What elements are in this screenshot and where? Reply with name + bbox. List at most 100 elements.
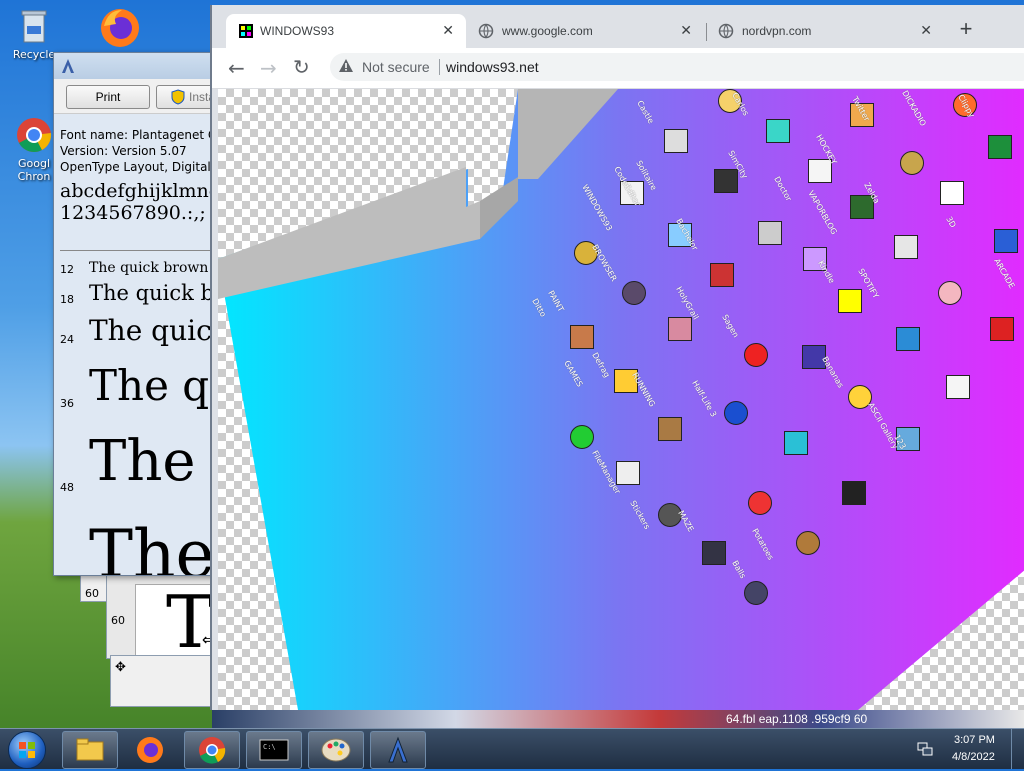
size-samples: 12 The quick brown 18 The quick b 24 The… (60, 251, 224, 576)
tab-google[interactable]: www.google.com ✕ (468, 14, 704, 48)
new-tab-button[interactable]: + (952, 16, 980, 44)
clock-time[interactable]: 3:07 PM (954, 734, 995, 746)
tab-nordvpn[interactable]: nordvpn.com ✕ (708, 14, 944, 48)
chrome-icon (14, 115, 54, 155)
size-num: 18 (60, 293, 74, 306)
move-cursor-icon: ✥ (115, 660, 126, 675)
network-icon[interactable] (916, 741, 934, 760)
chrome-icon (199, 737, 226, 764)
desktop-app-icon[interactable] (784, 431, 808, 455)
desktop-app-icon[interactable] (988, 135, 1012, 159)
firefox-shortcut[interactable] (88, 6, 148, 48)
desktop-app-icon[interactable] (838, 289, 862, 313)
reload-button[interactable]: ↻ (293, 55, 310, 79)
desktop-app-icon[interactable] (896, 327, 920, 351)
toolbar: ← → ↻ Not secure windows93.net (212, 48, 1024, 89)
font-info: Font name: Plantagenet C Version: Versio… (60, 127, 225, 224)
size-num: 24 (60, 333, 74, 346)
url-text[interactable]: windows93.net (446, 59, 539, 75)
back-button[interactable]: ← (228, 56, 245, 80)
font-window-stack-2: 60 T (106, 575, 214, 660)
alphabet-sample: abcdefghijklmno (60, 180, 221, 202)
forward-button[interactable]: → (260, 56, 277, 80)
desktop-app-icon[interactable] (894, 235, 918, 259)
tab-divider (706, 23, 707, 41)
taskbar-firefox[interactable] (122, 731, 178, 769)
desktop-app-icon[interactable] (622, 281, 646, 305)
desktop-app-icon[interactable] (994, 229, 1018, 253)
tab-label: www.google.com (502, 24, 593, 38)
tab-label: WINDOWS93 (260, 24, 335, 38)
font-version-line: Version: Version 5.07 (60, 144, 187, 158)
page-viewport[interactable]: Castle Carlos DICKADIO Twitter WINDOWS93… (218, 89, 1024, 710)
globe-icon (478, 23, 494, 42)
desktop-app-icon[interactable] (766, 119, 790, 143)
desktop-app-icon[interactable] (668, 317, 692, 341)
desktop-app-icon[interactable] (990, 317, 1014, 341)
desktop-app-icon[interactable] (842, 481, 866, 505)
close-tab-icon[interactable]: ✕ (920, 22, 932, 39)
sample-row-12: The quick brown (89, 260, 209, 276)
paint-icon (321, 738, 351, 762)
address-bar[interactable]: Not secure windows93.net (330, 53, 1024, 81)
desktop-app-icon[interactable] (570, 325, 594, 349)
size-num: 36 (60, 397, 74, 410)
tab-label: nordvpn.com (742, 24, 812, 38)
font-viewer-toolbar: Print Insta (54, 79, 224, 114)
size-num: 48 (60, 481, 74, 494)
taskbar-cmd[interactable]: C:\ (246, 731, 302, 769)
close-tab-icon[interactable]: ✕ (442, 22, 454, 39)
sample-row-24: The quic (89, 314, 212, 347)
firefox-icon (137, 737, 163, 763)
desktop-app-icon[interactable] (744, 343, 768, 367)
desktop-app-icon[interactable] (744, 581, 768, 605)
font-viewer-titlebar[interactable] (54, 53, 224, 79)
font-viewer-icon (388, 736, 408, 763)
taskbar-fontviewer[interactable] (370, 731, 426, 769)
recycle-bin-icon (14, 6, 54, 46)
desktop-app-icon[interactable] (702, 541, 726, 565)
taskbar-chrome[interactable] (184, 731, 240, 769)
desktop-app-icon[interactable] (758, 221, 782, 245)
system-tray: 3:07 PM 4/8/2022 (904, 729, 1024, 769)
taskbar: C:\ 3:07 PM 4/8/2022 (0, 728, 1024, 769)
file-explorer-icon (76, 738, 104, 761)
desktop-app-icon[interactable] (940, 181, 964, 205)
taskbar-paint[interactable] (308, 731, 364, 769)
browser-window: WINDOWS93 ✕ www.google.com ✕ nordvpn.com… (210, 5, 1024, 710)
desktop-app-icon[interactable] (570, 425, 594, 449)
windows93-favicon-icon (238, 23, 254, 42)
clock-date[interactable]: 4/8/2022 (952, 751, 995, 763)
sample-row-72: The (89, 516, 215, 576)
font-name-line: Font name: Plantagenet C (60, 128, 217, 142)
desktop-app-icon[interactable] (796, 531, 820, 555)
recycle-bin-label: Recycle (12, 48, 56, 61)
start-orb-icon[interactable] (8, 731, 46, 769)
desktop-app-icon[interactable] (616, 461, 640, 485)
desktop-app-icon[interactable] (710, 263, 734, 287)
globe-icon (718, 23, 734, 42)
desktop-app-icon[interactable] (900, 151, 924, 175)
stack-size-label: 60 (85, 587, 99, 600)
desktop-app-icon[interactable] (724, 401, 748, 425)
security-label[interactable]: Not secure (362, 59, 430, 75)
desktop-app-icon[interactable] (658, 417, 682, 441)
size-num: 12 (60, 263, 74, 276)
taskbar-explorer[interactable] (62, 731, 118, 769)
digits-sample: 1234567890.:,; ' " (60, 202, 225, 224)
warning-icon (338, 58, 354, 77)
wallpaper-text: 64.fbl eap.1108 .959cf9 60 (726, 712, 868, 726)
command-prompt-icon: C:\ (259, 739, 289, 761)
stack-size-label-2: 60 (111, 614, 125, 627)
desktop-app-icon[interactable] (714, 169, 738, 193)
wallpaper-strip: 64.fbl eap.1108 .959cf9 60 (212, 710, 1024, 728)
print-button[interactable]: Print (66, 85, 150, 109)
desktop-app-icon[interactable] (946, 375, 970, 399)
desktop-app-icon[interactable] (664, 129, 688, 153)
tab-windows93[interactable]: WINDOWS93 ✕ (226, 14, 466, 48)
desktop-app-icon[interactable] (938, 281, 962, 305)
close-tab-icon[interactable]: ✕ (680, 22, 692, 39)
sample-row-36: The q (89, 361, 210, 410)
show-desktop-button[interactable] (1011, 729, 1024, 769)
desktop-app-icon[interactable] (748, 491, 772, 515)
